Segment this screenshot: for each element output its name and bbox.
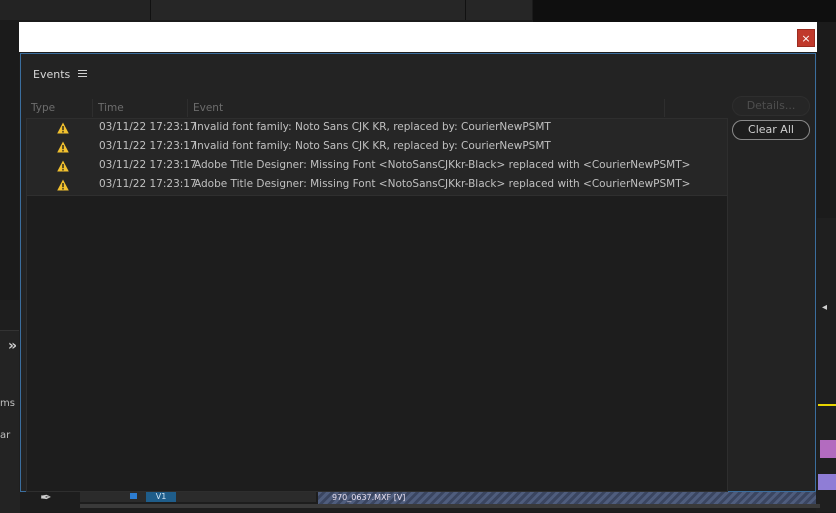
panel-title: Events: [33, 68, 71, 81]
hamburger-menu-icon[interactable]: [78, 70, 87, 78]
column-header-spacer: [664, 99, 720, 117]
event-row[interactable]: 03/11/22 17:23:17 Adobe Title Designer: …: [27, 176, 727, 196]
event-message: Adobe Title Designer: Missing Font <Noto…: [194, 178, 691, 190]
events-panel: Events Type Time Event 03/11/22 17:23:17…: [20, 53, 816, 492]
warning-icon: [57, 122, 69, 134]
playhead-indicator: [818, 404, 836, 406]
warning-icon: [57, 141, 69, 153]
pen-tool-icon[interactable]: ✒: [40, 490, 52, 506]
event-message: Invalid font family: Noto Sans CJK KR, r…: [194, 121, 551, 133]
close-button[interactable]: ×: [797, 29, 815, 47]
track-label-v1[interactable]: V1: [146, 492, 176, 502]
background-clip: [818, 474, 836, 490]
warning-icon: [57, 179, 69, 191]
panel-header: Events: [21, 54, 815, 90]
background-panel: [0, 0, 150, 20]
warning-icon: [57, 160, 69, 172]
event-time: 03/11/22 17:23:17: [99, 178, 197, 190]
background-panel: [466, 0, 532, 20]
event-time: 03/11/22 17:23:17: [99, 159, 197, 171]
background-right-panel: [816, 218, 836, 512]
event-row[interactable]: 03/11/22 17:23:17 Invalid font family: N…: [27, 119, 727, 139]
events-dialog: × Events Type Time Event 03/11/22 17:23:…: [19, 22, 817, 492]
track-header: [80, 492, 316, 502]
event-message: Adobe Title Designer: Missing Font <Noto…: [194, 159, 691, 171]
background-panel: [533, 0, 836, 22]
column-header-event[interactable]: Event: [187, 99, 659, 117]
background-right-marker: ◂: [822, 302, 828, 313]
column-header-time[interactable]: Time: [92, 99, 186, 117]
event-row[interactable]: 03/11/22 17:23:17 Adobe Title Designer: …: [27, 157, 727, 177]
events-list: 03/11/22 17:23:17 Invalid font family: N…: [26, 118, 728, 492]
background-clip: [820, 440, 836, 458]
dialog-titlebar[interactable]: ×: [19, 22, 817, 52]
expand-chevron-icon[interactable]: »: [8, 338, 17, 354]
background-left-text: ms: [0, 398, 15, 409]
details-button[interactable]: Details...: [732, 96, 810, 116]
clear-all-button[interactable]: Clear All: [732, 120, 810, 140]
track-lock-icon[interactable]: [130, 493, 137, 499]
event-time: 03/11/22 17:23:17: [99, 140, 197, 152]
timeline-clip[interactable]: 970_0637.MXF [V]: [318, 492, 816, 504]
event-row[interactable]: 03/11/22 17:23:17 Invalid font family: N…: [27, 138, 727, 158]
background-left-text: ar: [0, 430, 11, 441]
event-message: Invalid font family: Noto Sans CJK KR, r…: [194, 140, 551, 152]
background-panel: [150, 0, 466, 20]
background-left-panel: [0, 330, 20, 513]
event-time: 03/11/22 17:23:17: [99, 121, 197, 133]
timeline-scrollbar: [80, 504, 820, 508]
column-header-row: Type Time Event: [26, 99, 726, 117]
column-header-type[interactable]: Type: [26, 99, 91, 117]
